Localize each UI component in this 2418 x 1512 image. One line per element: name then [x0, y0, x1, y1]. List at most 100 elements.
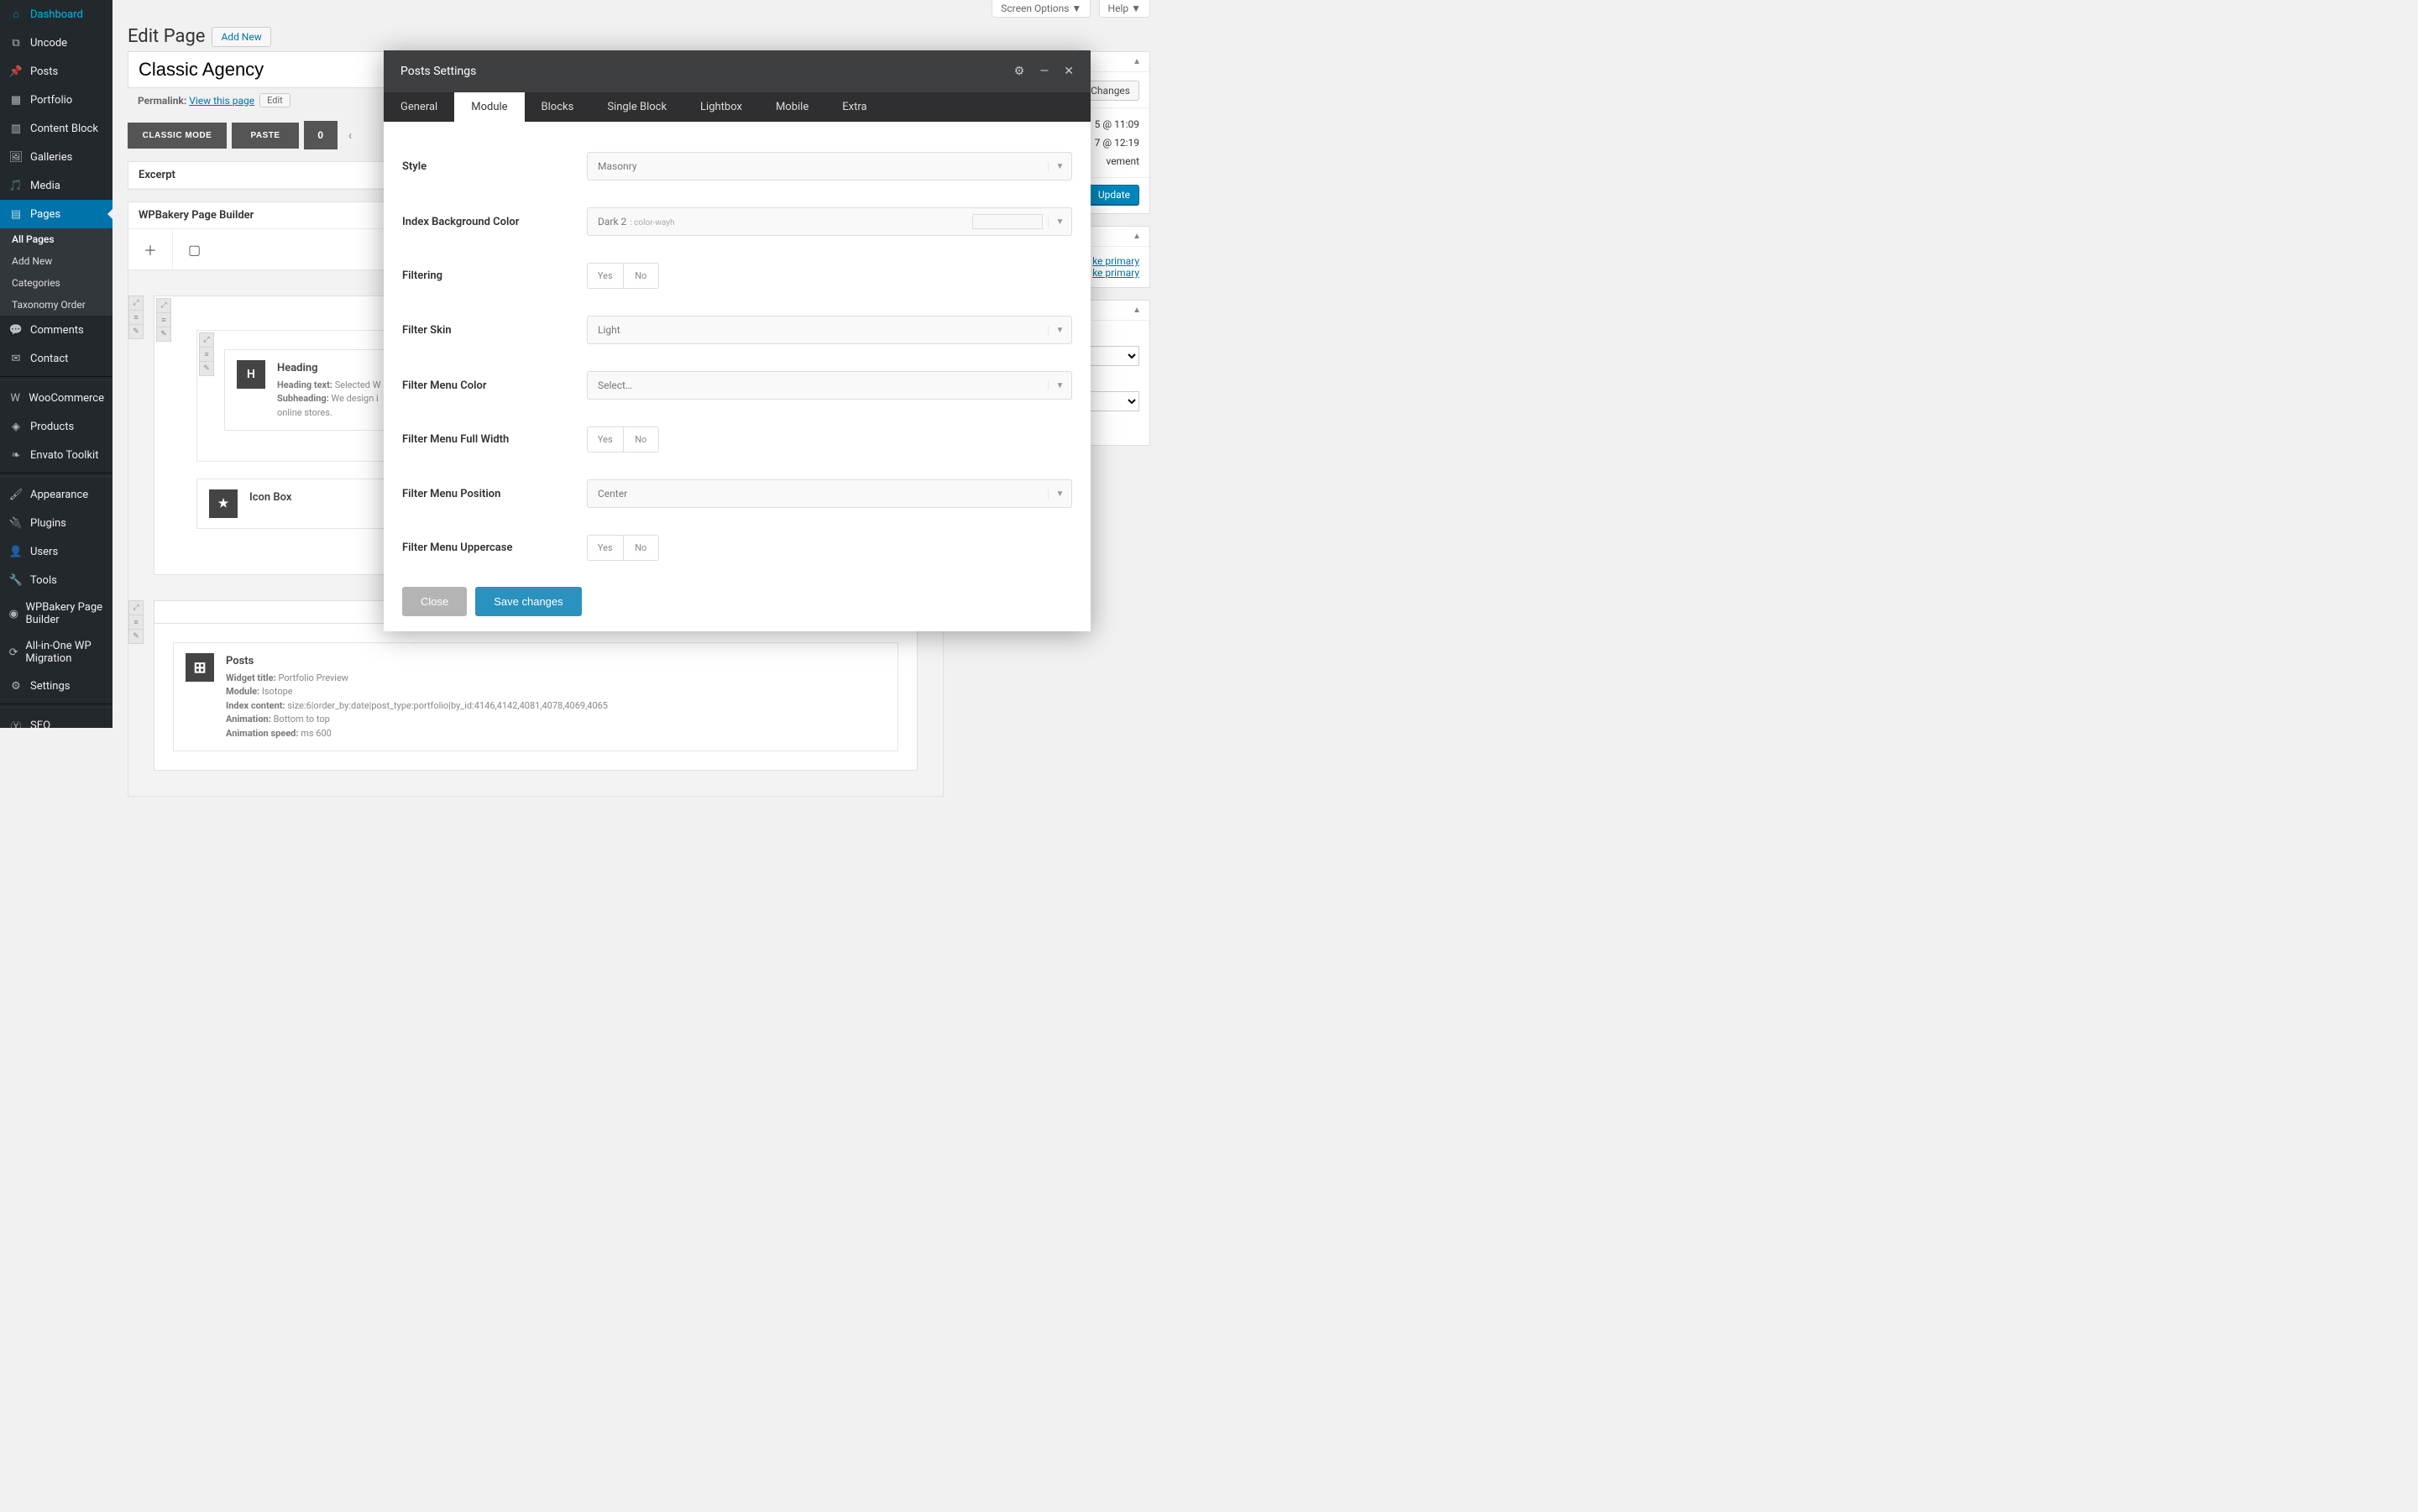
toggle-filter-full[interactable]: YesNo: [587, 426, 659, 453]
screen-options-button[interactable]: Screen Options ▼: [992, 0, 1091, 18]
toggle-filter-upper[interactable]: YesNo: [587, 535, 659, 561]
media-icon: 🎵: [8, 178, 24, 193]
tab-general[interactable]: General: [384, 92, 454, 122]
menu-appearance[interactable]: 🖌Appearance: [0, 480, 113, 509]
tab-lightbox[interactable]: Lightbox: [683, 92, 759, 122]
tab-extra[interactable]: Extra: [825, 92, 883, 122]
toggle-filtering[interactable]: YesNo: [587, 263, 659, 289]
menu-products[interactable]: ◈Products: [0, 412, 113, 441]
menu-envato[interactable]: ❧Envato Toolkit: [0, 441, 113, 469]
label-filter-full: Filter Menu Full Width: [402, 433, 587, 446]
menu-uncode[interactable]: ⧉Uncode: [0, 29, 113, 57]
submenu-all-pages[interactable]: All Pages: [0, 228, 113, 250]
make-primary-link-2[interactable]: ke primary: [1092, 267, 1139, 279]
menu-icon[interactable]: ≡: [199, 347, 214, 362]
close-button[interactable]: Close: [402, 587, 467, 616]
expand-icon[interactable]: ⤢: [128, 600, 144, 615]
select-bg[interactable]: Dark 2: color-wayh ▼: [587, 207, 1072, 236]
seo-icon: Ⓨ: [8, 718, 24, 728]
revision-time-1: 5 @ 11:09: [1095, 118, 1139, 130]
menu-woocommerce[interactable]: WWooCommerce: [0, 384, 113, 412]
menu-icon[interactable]: ≡: [156, 312, 171, 327]
expand-icon[interactable]: ⤢: [128, 296, 144, 311]
caret-up-icon[interactable]: ▲: [1133, 232, 1141, 241]
page-title: Edit Page: [128, 26, 205, 47]
select-filter-skin[interactable]: Light ▼: [587, 316, 1072, 344]
section-controls: ⤢ ≡ ✎: [128, 296, 144, 338]
select-filter-color[interactable]: Select… ▼: [587, 371, 1072, 400]
menu-media[interactable]: 🎵Media: [0, 171, 113, 200]
menu-users[interactable]: 👤Users: [0, 537, 113, 566]
tab-blocks[interactable]: Blocks: [525, 92, 591, 122]
menu-tools[interactable]: 🔧Tools: [0, 566, 113, 594]
menu-contact[interactable]: ✉Contact: [0, 344, 113, 373]
help-button[interactable]: Help ▼: [1099, 0, 1150, 18]
menu-galleries[interactable]: 🖼Galleries: [0, 143, 113, 171]
menu-posts[interactable]: 📌Posts: [0, 57, 113, 86]
expand-icon[interactable]: ⤢: [199, 332, 214, 348]
expand-icon[interactable]: ⤢: [156, 298, 171, 313]
posts-element[interactable]: Posts Widget title: Portfolio Preview Mo…: [173, 642, 898, 751]
add-new-button[interactable]: Add New: [212, 27, 270, 47]
classic-mode-button[interactable]: CLASSIC MODE: [128, 123, 227, 149]
grid-icon: [186, 653, 214, 682]
submenu-categories[interactable]: Categories: [0, 272, 113, 294]
menu-dashboard[interactable]: ⌂Dashboard: [0, 0, 113, 29]
label-filtering: Filtering: [402, 269, 587, 282]
pin-icon: 📌: [8, 64, 24, 79]
gear-icon[interactable]: ⚙: [1014, 65, 1025, 78]
permalink-link[interactable]: View this page: [189, 95, 254, 107]
close-icon[interactable]: ✕: [1064, 65, 1074, 78]
menu-content-block[interactable]: ▥Content Block: [0, 114, 113, 143]
iconbox-element[interactable]: Icon Box: [196, 479, 398, 529]
tab-mobile[interactable]: Mobile: [759, 92, 825, 122]
counter-button[interactable]: 0: [304, 121, 338, 149]
edit-icon[interactable]: ✎: [128, 629, 144, 644]
edit-icon[interactable]: ✎: [156, 327, 171, 342]
submenu-add-new[interactable]: Add New: [0, 250, 113, 272]
layers-icon: ⧉: [8, 35, 24, 50]
edit-icon[interactable]: ✎: [199, 361, 214, 376]
caret-down-icon: ▼: [1048, 217, 1071, 227]
menu-comments[interactable]: 💬Comments: [0, 316, 113, 344]
caret-up-icon[interactable]: ▲: [1133, 57, 1141, 66]
menu-plugins[interactable]: 🔌Plugins: [0, 509, 113, 537]
edit-icon[interactable]: ✎: [128, 324, 144, 339]
menu-pages[interactable]: ▤Pages: [0, 200, 113, 228]
menu-portfolio[interactable]: ▦Portfolio: [0, 86, 113, 114]
modal-footer: Close Save changes: [384, 572, 1091, 631]
select-filter-pos[interactable]: Center ▼: [587, 479, 1072, 508]
minimize-icon[interactable]: —: [1039, 65, 1049, 78]
menu-icon[interactable]: ≡: [128, 615, 144, 630]
screen-meta: Screen Options ▼ Help ▼: [128, 0, 1150, 18]
plus-icon[interactable]: ＋: [128, 229, 172, 269]
grid-icon: ▦: [8, 92, 24, 107]
color-swatch: [972, 214, 1043, 229]
chevron-left-icon[interactable]: ‹: [343, 121, 358, 149]
tab-module[interactable]: Module: [454, 92, 524, 122]
menu-icon[interactable]: ≡: [128, 310, 144, 325]
menu-settings[interactable]: ⚙Settings: [0, 672, 113, 700]
admin-sidebar: ⌂Dashboard ⧉Uncode 📌Posts ▦Portfolio ▥Co…: [0, 0, 113, 728]
settings-icon: ⚙: [8, 678, 24, 693]
caret-up-icon[interactable]: ▲: [1133, 306, 1141, 315]
posts-info: Posts Widget title: Portfolio Preview Mo…: [226, 653, 608, 740]
submenu-taxonomy-order[interactable]: Taxonomy Order: [0, 294, 113, 316]
menu-migration[interactable]: ⟳All-in-One WP Migration: [0, 633, 113, 672]
page-heading: Edit Page Add New: [128, 26, 1150, 47]
make-primary-link-1[interactable]: ke primary: [1092, 255, 1139, 267]
mail-icon: ✉: [8, 351, 24, 366]
plug-icon: 🔌: [8, 515, 24, 531]
menu-wpbakery[interactable]: ◉WPBakery Page Builder: [0, 594, 113, 633]
permalink-edit-button[interactable]: Edit: [259, 93, 290, 107]
brush-icon: 🖌: [8, 487, 24, 502]
page-icon: ▤: [8, 207, 24, 222]
save-changes-button[interactable]: Save changes: [475, 587, 581, 616]
select-style[interactable]: Masonry ▼: [587, 152, 1072, 180]
template-icon[interactable]: ▢: [172, 229, 216, 269]
paste-button[interactable]: PASTE: [232, 123, 299, 149]
update-button[interactable]: Update: [1089, 185, 1139, 205]
menu-seo[interactable]: ⓎSEO: [0, 711, 113, 728]
caret-down-icon: ▼: [1048, 381, 1071, 390]
tab-single-block[interactable]: Single Block: [590, 92, 683, 122]
